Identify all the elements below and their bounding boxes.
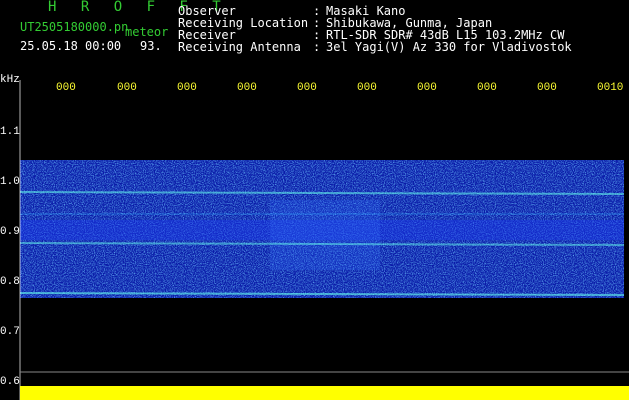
x-tick-label: 000	[417, 82, 437, 94]
x-tick-label: 000	[56, 82, 76, 94]
x-tick-label: 000	[477, 82, 497, 94]
y-axis: kHz 1.1 1.0 0.9 0.8 0.7 0.6	[0, 74, 21, 400]
y-tick-label: 0.7	[0, 326, 20, 338]
x-tick-label: 000	[237, 82, 257, 94]
spectrogram: kHz 1.1 1.0 0.9 0.8 0.7 0.6 000 000 000 …	[0, 74, 629, 400]
y-tick-label: 0.8	[0, 276, 20, 288]
x-tick-label: 000	[177, 82, 197, 94]
level-strip	[20, 386, 629, 400]
y-tick-label: 0.9	[0, 226, 20, 238]
y-axis-unit: kHz	[0, 74, 20, 86]
x-tick-label: 000	[297, 82, 317, 94]
antenna-label: Receiving Antenna	[178, 40, 301, 54]
x-tick-label: 000	[537, 82, 557, 94]
y-tick-label: 1.1	[0, 126, 20, 138]
y-tick-label: 0.6	[0, 376, 20, 388]
y-tick-label: 1.0	[0, 176, 20, 188]
x-axis-ticks: 000 000 000 000 000 000 000 000 000 0010	[56, 82, 623, 94]
meteor-count: 93.	[140, 39, 162, 53]
x-tick-label: 0010	[597, 82, 623, 94]
meteor-label: meteor	[125, 25, 169, 39]
x-tick-label: 000	[357, 82, 377, 94]
file-name: UT2505180000.pn	[20, 20, 129, 34]
antenna-value: 3el Yagi(V) Az 330 for Vladivostok	[326, 40, 572, 54]
antenna-colon: :	[313, 40, 321, 54]
noise-band	[20, 160, 624, 298]
x-tick-label: 000	[117, 82, 137, 94]
datetime: 25.05.18 00:00	[20, 39, 122, 53]
